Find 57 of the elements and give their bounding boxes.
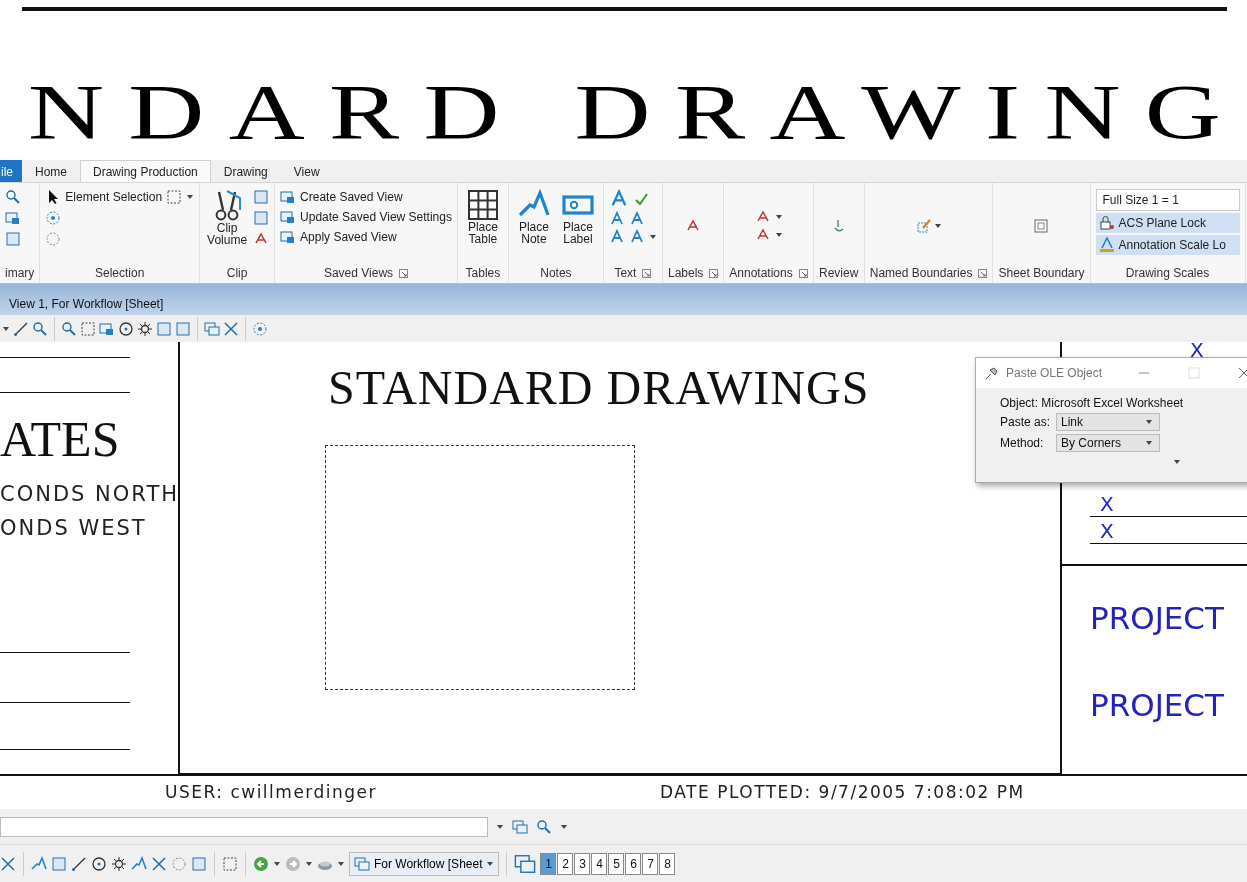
field-label: Paste as: xyxy=(1000,415,1050,429)
sheet-title: STANDARD DRAWINGS xyxy=(328,361,870,414)
saved-view-button[interactable]: Update Saved View Settings xyxy=(280,209,452,225)
group-title: Review xyxy=(819,266,859,280)
group-title: Sheet Boundary xyxy=(998,266,1085,280)
group-title: Text xyxy=(614,266,637,280)
view-number-button[interactable]: 1 xyxy=(540,852,557,875)
sheet-text: CONDS NORTH xyxy=(0,482,179,506)
field-mark: X xyxy=(1100,492,1114,516)
group-title: imary xyxy=(5,266,35,280)
lock-toggle[interactable]: Annotation Scale Lo xyxy=(1095,235,1240,255)
view-dropdown[interactable]: For Workflow [Sheet xyxy=(349,851,500,876)
place-button[interactable]: Place Label xyxy=(557,189,598,245)
group-title: Named Boundaries xyxy=(869,266,973,280)
place-button[interactable]: Place Note xyxy=(513,189,554,245)
ribbon-tab[interactable]: Drawing xyxy=(210,160,281,182)
clip-volume-button[interactable]: Clip Volume xyxy=(205,190,250,246)
banner-title: NDARD DRAWING xyxy=(28,73,1246,151)
sheet-text: ONDS WEST xyxy=(0,516,147,540)
view-number-button[interactable]: 7 xyxy=(642,852,659,875)
view-number-button[interactable]: 8 xyxy=(659,852,676,875)
view-number-button[interactable]: 3 xyxy=(574,852,591,875)
field-mark: X xyxy=(1190,342,1204,362)
group-title: Tables xyxy=(465,266,501,280)
project-label: PROJECT xyxy=(1090,600,1224,636)
group-title: Labels xyxy=(667,266,704,280)
plot-user: USER: cwillmerdinger xyxy=(165,782,378,802)
plot-date: DATE PLOTTED: 9/7/2005 7:08:02 PM xyxy=(660,782,1025,802)
file-tab[interactable]: ile xyxy=(0,160,22,182)
view-number-button[interactable]: 2 xyxy=(557,852,574,875)
dropdown[interactable]: Link xyxy=(1056,413,1160,431)
scale-field[interactable]: Full Size 1 = 1 xyxy=(1095,189,1240,211)
group-title: Selection xyxy=(95,266,145,280)
group-title: Saved Views xyxy=(323,266,394,280)
view-number-button[interactable]: 6 xyxy=(625,852,642,875)
dropdown[interactable]: By Corners xyxy=(1056,434,1160,452)
object-type: Object: Microsoft Excel Worksheet xyxy=(1000,396,1185,410)
saved-view-button[interactable]: Create Saved View xyxy=(280,189,452,205)
group-title: Notes xyxy=(540,266,572,280)
group-title: Drawing Scales xyxy=(1125,266,1210,280)
field-mark: X xyxy=(1100,519,1114,543)
ribbon-tab[interactable]: View xyxy=(280,160,333,182)
ribbon-tab[interactable]: Home xyxy=(22,160,81,182)
element-selection-button[interactable]: Element Selection xyxy=(45,189,163,205)
lock-toggle[interactable]: ACS Plane Lock xyxy=(1095,213,1240,233)
saved-view-button[interactable]: Apply Saved View xyxy=(280,229,452,245)
group-title: Annotations xyxy=(729,266,793,280)
group-title: Clip xyxy=(226,266,248,280)
field-label: Method: xyxy=(1000,436,1045,450)
dialog-title: Paste OLE Object xyxy=(1006,366,1103,380)
project-label: PROJECT xyxy=(1090,687,1224,723)
place-button[interactable]: Place Table xyxy=(462,189,503,245)
view-title: View 1, For Workflow [Sheet] xyxy=(9,297,164,311)
sheet-text: ATES xyxy=(0,411,120,467)
view-number-button[interactable]: 4 xyxy=(591,852,608,875)
ribbon-tab[interactable]: Drawing Production xyxy=(80,160,211,182)
view-number-button[interactable]: 5 xyxy=(608,852,625,875)
